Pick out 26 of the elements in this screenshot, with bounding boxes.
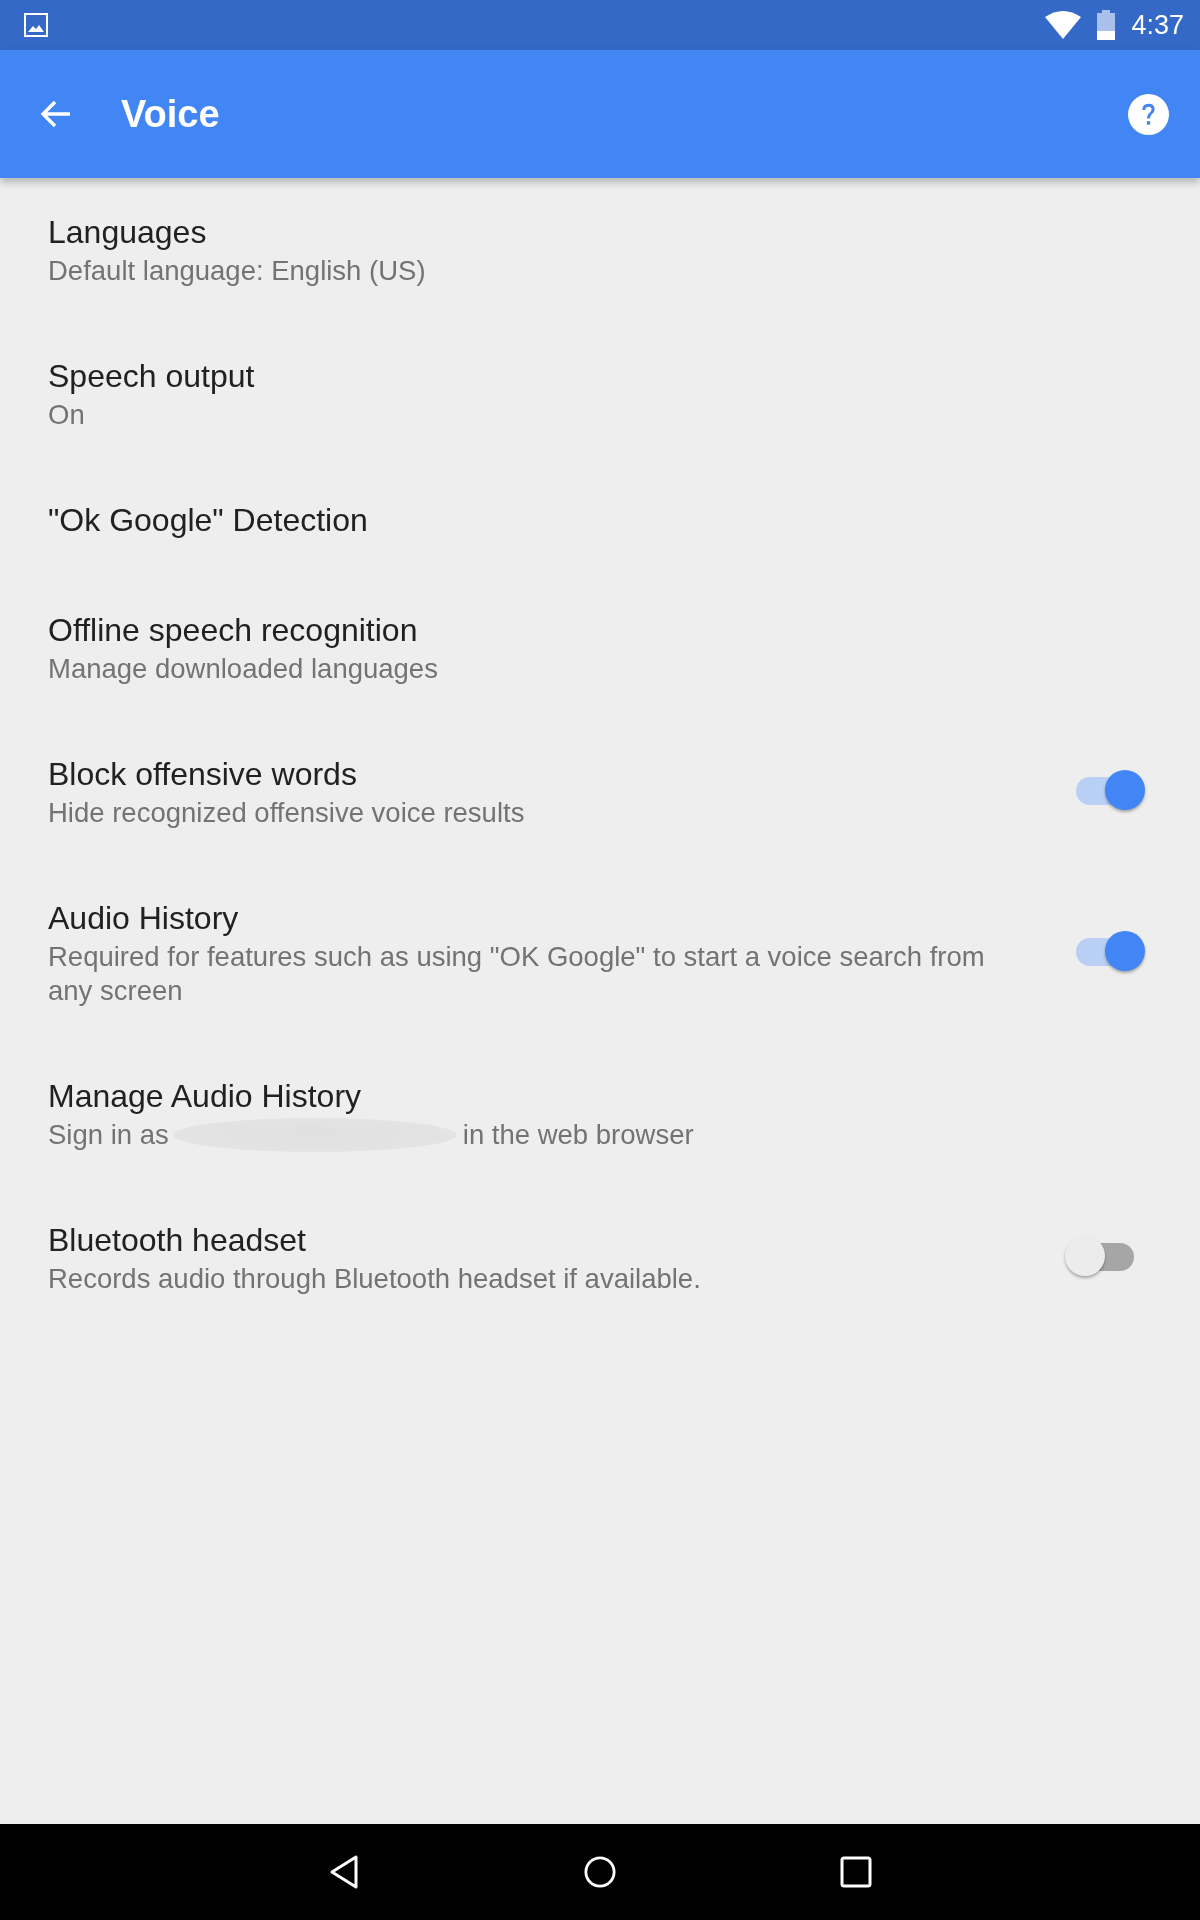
setting-title[interactable]: Languages xyxy=(48,210,1093,254)
setting-title[interactable]: Block offensive words xyxy=(48,752,1013,796)
back-icon xyxy=(328,1855,360,1889)
image-icon xyxy=(24,13,48,37)
setting-subtitle: Default language: English (US) xyxy=(48,254,427,288)
setting-title[interactable]: "Ok Google" Detection xyxy=(48,498,1093,542)
battery-icon xyxy=(1097,10,1116,40)
help-icon xyxy=(1127,93,1169,135)
wifi-icon xyxy=(1045,11,1082,39)
recents-icon xyxy=(840,1855,872,1889)
setting-subtitle: Manage downloaded languages xyxy=(48,652,439,686)
back-arrow-icon xyxy=(40,98,72,130)
setting-title[interactable]: Audio History xyxy=(48,896,1013,940)
setting-subtitle: Records audio through Bluetooth headset if available. xyxy=(48,1262,702,1296)
setting-title[interactable]: Offline speech recognition xyxy=(48,608,1093,652)
setting-title[interactable]: Speech output xyxy=(48,354,1093,398)
screen-title: Voice xyxy=(121,92,220,137)
setting-subtitle: Required for features such as using "OK Google" to start a voice search from any screen xyxy=(48,940,986,1008)
home-icon xyxy=(584,1855,616,1889)
setting-subtitle: On xyxy=(48,398,86,432)
setting-subtitle: Sign in as xyxy=(48,1118,169,1152)
setting-title[interactable]: Manage Audio History xyxy=(48,1074,1093,1118)
status-time: 4:37 xyxy=(1131,9,1184,41)
setting-title[interactable]: Bluetooth headset xyxy=(48,1218,1013,1262)
setting-subtitle: in the web browser xyxy=(462,1118,694,1152)
setting-subtitle: Hide recognized offensive voice results xyxy=(48,796,526,830)
